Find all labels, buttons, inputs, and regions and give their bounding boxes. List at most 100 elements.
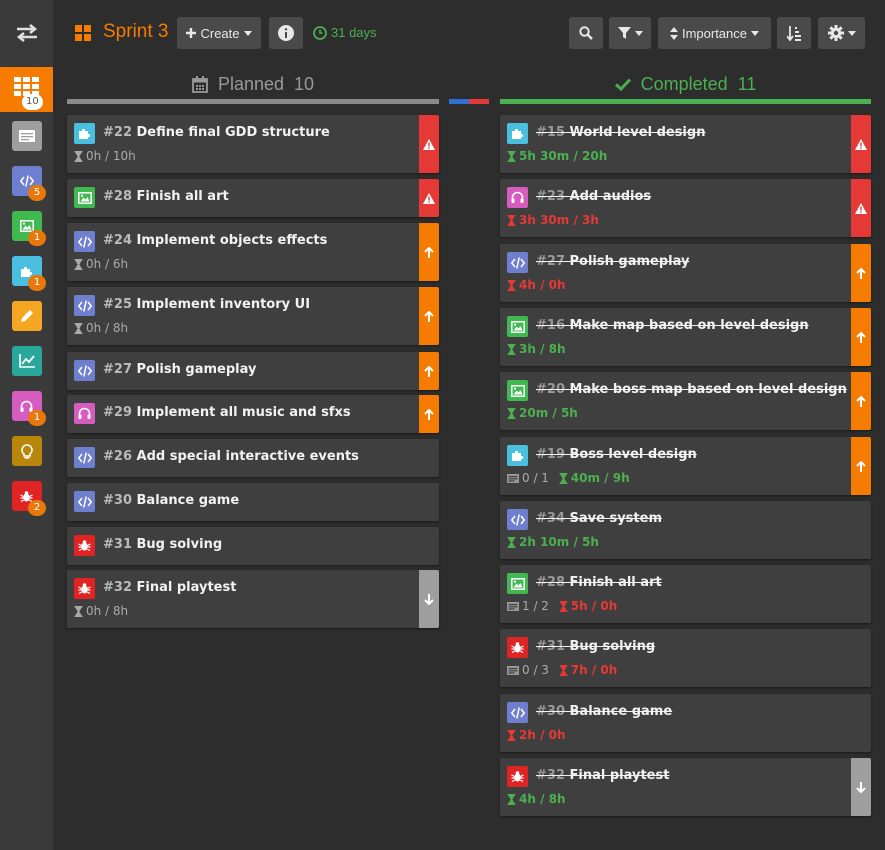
sidebar-item-image[interactable]: 1 bbox=[0, 204, 53, 248]
time-estimate: 2h / 0h bbox=[519, 728, 566, 742]
search-icon bbox=[579, 26, 593, 40]
task-number: #25 bbox=[103, 297, 132, 312]
task-name: Final playtest bbox=[569, 768, 670, 783]
task-card[interactable]: #29 Implement all music and sfxs bbox=[67, 395, 439, 433]
task-card[interactable]: #34 Save system 2h 10m / 5h bbox=[500, 501, 871, 559]
sidebar-item-lightbulb[interactable] bbox=[0, 429, 53, 473]
sidebar-item-pencil[interactable] bbox=[0, 294, 53, 338]
task-card[interactable]: #32 Final playtest 4h / 8h bbox=[500, 758, 871, 816]
sidebar-badge: 2 bbox=[28, 500, 46, 516]
search-button[interactable] bbox=[569, 17, 603, 49]
hourglass-icon bbox=[507, 729, 516, 741]
task-title: #30 Balance game bbox=[536, 704, 672, 719]
priority-flag bbox=[851, 758, 871, 816]
task-name: Balance game bbox=[136, 493, 240, 508]
task-name: Finish all art bbox=[569, 575, 662, 590]
task-card[interactable]: #24 Implement objects effects 0h / 6h bbox=[67, 223, 439, 281]
task-name: Add special interactive events bbox=[136, 449, 359, 464]
code-type-icon bbox=[507, 252, 528, 273]
hourglass-icon bbox=[507, 343, 516, 355]
hourglass-icon bbox=[507, 793, 516, 805]
hourglass-icon bbox=[74, 605, 83, 617]
task-card[interactable]: #27 Polish gameplay 4h / 0h bbox=[500, 244, 871, 302]
completed-label: Completed bbox=[640, 73, 728, 94]
task-meta: 2h / 0h bbox=[507, 728, 566, 742]
filter-button[interactable] bbox=[609, 17, 651, 49]
task-card[interactable]: #30 Balance game 2h / 0h bbox=[500, 694, 871, 752]
code-type-icon bbox=[74, 491, 95, 512]
sidebar-item-puzzle[interactable]: 1 bbox=[0, 249, 53, 293]
arrow-up-icon bbox=[424, 408, 434, 420]
task-card[interactable]: #15 World level design 5h 30m / 20h bbox=[500, 115, 871, 173]
time-estimate: 40m / 9h bbox=[570, 471, 630, 485]
sidebar-badge: 10 bbox=[22, 94, 43, 110]
sidebar-item-code[interactable]: 5 bbox=[0, 159, 53, 203]
sidebar-item-headphones[interactable]: 1 bbox=[0, 384, 53, 428]
task-number: #26 bbox=[103, 449, 132, 464]
sidebar-badge: 1 bbox=[28, 410, 46, 426]
sidebar-item-bug[interactable]: 2 bbox=[0, 474, 53, 518]
task-name: Implement all music and sfxs bbox=[136, 405, 351, 420]
code-type-icon bbox=[74, 295, 95, 316]
task-card[interactable]: #16 Make map based on level design 3h / 8… bbox=[500, 308, 871, 366]
task-card[interactable]: #31 Bug solving bbox=[67, 527, 439, 565]
task-card[interactable]: #31 Bug solving 0 / 3 7h / 0h bbox=[500, 629, 871, 687]
task-meta: 5h 30m / 20h bbox=[507, 149, 607, 163]
subtasks-icon bbox=[507, 665, 519, 675]
arrow-down-icon bbox=[424, 593, 434, 605]
info-button[interactable] bbox=[269, 17, 303, 49]
task-title: #22 Define final GDD structure bbox=[103, 125, 330, 140]
task-title: #25 Implement inventory UI bbox=[103, 297, 310, 312]
task-meta: 0 / 1 40m / 9h bbox=[507, 471, 630, 485]
sort-order-button[interactable] bbox=[777, 17, 811, 49]
task-card[interactable]: #23 Add audios 3h 30m / 3h bbox=[500, 179, 871, 237]
divider-bar-blue bbox=[449, 99, 469, 104]
settings-button[interactable] bbox=[818, 17, 865, 49]
bug-type-icon bbox=[507, 637, 528, 658]
time-estimate: 20m / 5h bbox=[519, 406, 578, 420]
info-icon bbox=[278, 25, 294, 41]
sidebar-item-grid[interactable]: 10 bbox=[0, 67, 53, 112]
sort-dropdown[interactable]: Importance bbox=[658, 17, 771, 49]
calendar-icon bbox=[192, 75, 208, 93]
bug-type-icon bbox=[74, 578, 95, 599]
arrow-down-icon bbox=[856, 781, 866, 793]
sidebar-item-card[interactable] bbox=[0, 114, 53, 158]
sidebar-item-chart[interactable] bbox=[0, 339, 53, 383]
task-title: #31 Bug solving bbox=[536, 639, 655, 654]
code-type-icon bbox=[507, 509, 528, 530]
task-number: #22 bbox=[103, 125, 132, 140]
task-card[interactable]: #26 Add special interactive events bbox=[67, 439, 439, 477]
task-card[interactable]: #19 Boss level design 0 / 1 40m / 9h bbox=[500, 437, 871, 495]
task-card[interactable]: #27 Polish gameplay bbox=[67, 352, 439, 390]
sprint-title[interactable]: Sprint 3 bbox=[103, 21, 168, 43]
warning-icon bbox=[855, 202, 867, 214]
create-button[interactable]: Create bbox=[177, 17, 261, 49]
task-number: #19 bbox=[536, 447, 565, 462]
arrow-up-icon bbox=[424, 246, 434, 258]
hourglass-icon bbox=[74, 322, 83, 334]
task-card[interactable]: #25 Implement inventory UI 0h / 8h bbox=[67, 287, 439, 345]
task-name: Implement inventory UI bbox=[136, 297, 311, 312]
task-name: Final playtest bbox=[136, 580, 237, 595]
caret-down-icon bbox=[751, 30, 760, 36]
subtasks-count: 0 / 3 bbox=[522, 663, 549, 677]
swap-view-button[interactable] bbox=[0, 0, 53, 66]
task-title: #31 Bug solving bbox=[103, 537, 222, 552]
time-estimate: 0h / 10h bbox=[86, 149, 136, 163]
task-meta: 4h / 0h bbox=[507, 278, 566, 292]
task-name: Bug solving bbox=[569, 639, 656, 654]
design-type-icon bbox=[74, 123, 95, 144]
task-card[interactable]: #32 Final playtest 0h / 8h bbox=[67, 570, 439, 628]
task-number: #31 bbox=[103, 537, 132, 552]
task-card[interactable]: #28 Finish all art bbox=[67, 179, 439, 217]
task-card[interactable]: #28 Finish all art 1 / 2 5h / 0h bbox=[500, 565, 871, 623]
hourglass-icon bbox=[507, 279, 516, 291]
task-card[interactable]: #30 Balance game bbox=[67, 483, 439, 521]
task-number: #29 bbox=[103, 405, 132, 420]
task-card[interactable]: #22 Define final GDD structure 0h / 10h bbox=[67, 115, 439, 173]
code-type-icon bbox=[507, 702, 528, 723]
task-card[interactable]: #20 Make boss map based on level design 2… bbox=[500, 372, 871, 430]
hourglass-icon bbox=[559, 664, 568, 676]
time-estimate: 5h 30m / 20h bbox=[519, 149, 608, 163]
